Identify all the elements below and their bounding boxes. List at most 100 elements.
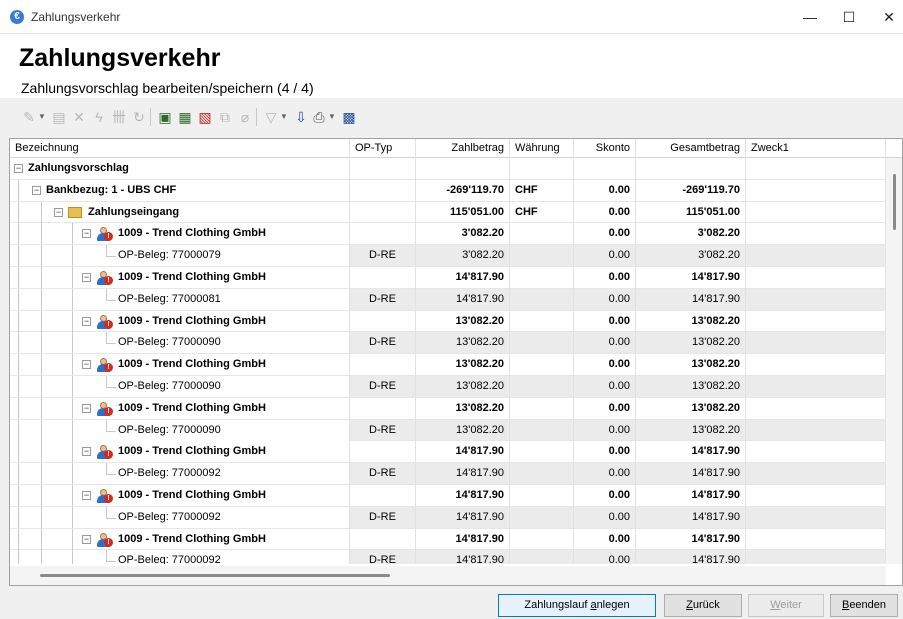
delete-icon[interactable]: ✕: [70, 108, 88, 126]
column-header[interactable]: Zweck1: [746, 139, 886, 158]
tree-line: [72, 397, 73, 419]
cell-type: [350, 223, 416, 245]
vertical-scrollbar[interactable]: [886, 158, 902, 564]
quit-button[interactable]: Beenden: [830, 594, 898, 617]
scrollbar-thumb[interactable]: [893, 174, 896, 230]
table-row-document[interactable]: OP-Beleg: 77000092 D-RE 14'817.90 0.00 14'81…: [10, 506, 886, 529]
warning-badge: !: [104, 276, 113, 285]
button-label: urück: [692, 599, 720, 611]
collapse-toggle-icon[interactable]: −: [54, 207, 63, 217]
table-row-document[interactable]: OP-Beleg: 77000090 D-RE 13'082.20 0.00 13'08…: [10, 419, 886, 442]
scrollbar-thumb[interactable]: [40, 574, 390, 577]
remove-document-icon[interactable]: ▧: [196, 108, 214, 126]
collapse-toggle-icon[interactable]: −: [82, 229, 91, 239]
collapse-toggle-icon[interactable]: −: [82, 316, 91, 326]
tree-line: [106, 343, 116, 345]
tree-line: [41, 354, 42, 376]
create-payment-run-button[interactable]: Zahlungslauf anlegen: [498, 594, 656, 617]
next-button[interactable]: Weiter: [748, 594, 824, 617]
add-document-icon[interactable]: ▣: [156, 108, 174, 126]
table-row-group[interactable]: −! 1009 - Trend Clothing GmbH 14'817.90 0.0…: [10, 528, 886, 551]
column-header[interactable]: OP-Typ: [350, 139, 416, 158]
column-header[interactable]: Zahlbetrag: [416, 139, 510, 158]
table-row-document[interactable]: OP-Beleg: 77000081 D-RE 14'817.90 0.00 14'81…: [10, 288, 886, 311]
tree-cell: −! 1009 - Trend Clothing GmbH: [10, 441, 350, 463]
cell-total: 14'817.90: [636, 506, 746, 528]
collapse-toggle-icon[interactable]: −: [82, 360, 91, 370]
chevron-down-icon[interactable]: ▼: [280, 108, 288, 126]
table-row-group[interactable]: −! 1009 - Trend Clothing GmbH 14'817.90 0.0…: [10, 267, 886, 289]
table-row-group[interactable]: −! 1009 - Trend Clothing GmbH 14'817.90 0.0…: [10, 485, 886, 507]
cell-amount: 115'051.00: [416, 201, 510, 223]
group-label: 1009 - Trend Clothing GmbH: [118, 489, 266, 501]
cell-discount: 0.00: [574, 245, 636, 267]
edit-document-icon[interactable]: ▦: [176, 108, 194, 126]
column-header[interactable]: Bezeichnung: [10, 139, 350, 158]
collapse-toggle-icon[interactable]: −: [82, 273, 91, 282]
save-icon[interactable]: ▩: [340, 108, 358, 126]
table-row-group[interactable]: − Zahlungseingang 115'051.00 CHF 0.00 115'051…: [10, 201, 886, 224]
collapse-toggle-icon[interactable]: −: [82, 447, 91, 457]
table-row-document[interactable]: OP-Beleg: 77000092 D-RE 14'817.90 0.00 14'81…: [10, 463, 886, 485]
group-label: 1009 - Trend Clothing GmbH: [118, 532, 266, 545]
warning-badge: !: [104, 494, 113, 503]
cell-type: D-RE: [350, 376, 416, 397]
cell-type: D-RE: [350, 463, 416, 485]
footer: Zahlungslauf anlegen Zurück Weiter Beend…: [0, 586, 903, 619]
table-row-group[interactable]: −! 1009 - Trend Clothing GmbH 13'082.20 0.0…: [10, 310, 886, 333]
cell-purpose: [746, 419, 886, 441]
collapse-toggle-icon[interactable]: −: [14, 164, 23, 173]
table-row-document[interactable]: OP-Beleg: 77000090 D-RE 13'082.20 0.00 13'08…: [10, 332, 886, 355]
table-row-document[interactable]: OP-Beleg: 77000079 D-RE 3'082.20 0.00 3'082.…: [10, 245, 886, 267]
collapse-toggle-icon[interactable]: −: [82, 534, 91, 544]
collapse-toggle-icon[interactable]: −: [32, 185, 41, 195]
tree-cell: OP-Beleg: 77000092: [10, 550, 350, 564]
back-button[interactable]: Zurück: [664, 594, 742, 617]
cell-type: [350, 158, 416, 179]
table-row-group[interactable]: −! 1009 - Trend Clothing GmbH 14'817.90 0.0…: [10, 441, 886, 464]
lightning-icon[interactable]: ϟ: [90, 108, 108, 126]
filter-icon[interactable]: ▽: [262, 108, 280, 126]
tree-cell: − Zahlungseingang: [10, 201, 350, 223]
document-icon[interactable]: ▤: [50, 108, 68, 126]
collapse-toggle-icon[interactable]: −: [82, 491, 91, 500]
column-header[interactable]: Währung: [510, 139, 574, 158]
wand-icon[interactable]: ✎: [20, 108, 38, 126]
table-row-document[interactable]: OP-Beleg: 77000092 D-RE 14'817.90 0.00 14'81…: [10, 550, 886, 564]
cell-purpose: [746, 288, 886, 310]
split-icon[interactable]: 卌: [110, 108, 128, 126]
table-row-group[interactable]: − Bankbezug: 1 - UBS CHF -269'119.70 CHF 0.0…: [10, 179, 886, 202]
collapse-toggle-icon[interactable]: −: [82, 403, 91, 413]
cell-amount: 14'817.90: [416, 485, 510, 506]
copy-icon[interactable]: ⧉: [216, 108, 234, 126]
cell-discount: 0.00: [574, 288, 636, 310]
tree-cell: −! 1009 - Trend Clothing GmbH: [10, 528, 350, 550]
export-icon[interactable]: ⇩: [292, 108, 310, 126]
cell-discount: 0.00: [574, 506, 636, 528]
tree-line: [72, 245, 73, 267]
cell-currency: [510, 528, 574, 550]
chevron-down-icon[interactable]: ▼: [38, 108, 46, 126]
cell-discount: 0.00: [574, 201, 636, 223]
table-row-group[interactable]: −! 1009 - Trend Clothing GmbH 3'082.20 0.00…: [10, 223, 886, 246]
tree-line: [18, 397, 19, 419]
table-row-group[interactable]: − Zahlungsvorschlag: [10, 158, 886, 180]
close-button[interactable]: ✕: [866, 0, 903, 34]
eraser-icon[interactable]: ⌀: [236, 108, 254, 126]
tree-cell: −! 1009 - Trend Clothing GmbH: [10, 267, 350, 288]
cell-amount: 14'817.90: [416, 267, 510, 288]
table-row-group[interactable]: −! 1009 - Trend Clothing GmbH 13'082.20 0.0…: [10, 397, 886, 420]
tree-line: [18, 223, 19, 245]
table-row-document[interactable]: OP-Beleg: 77000090 D-RE 13'082.20 0.00 13'08…: [10, 376, 886, 398]
cell-amount: 13'082.20: [416, 376, 510, 397]
table-row-group[interactable]: −! 1009 - Trend Clothing GmbH 13'082.20 0.0…: [10, 354, 886, 376]
refresh-icon[interactable]: ↻: [130, 108, 148, 126]
column-header[interactable]: Gesamtbetrag: [636, 139, 746, 158]
printer-icon[interactable]: ⎙: [310, 108, 328, 126]
chevron-down-icon[interactable]: ▼: [328, 108, 336, 126]
cell-amount: 14'817.90: [416, 528, 510, 550]
column-header[interactable]: Skonto: [574, 139, 636, 158]
horizontal-scrollbar[interactable]: [10, 566, 886, 585]
tree-line: [18, 528, 19, 550]
cell-total: 13'082.20: [636, 354, 746, 376]
